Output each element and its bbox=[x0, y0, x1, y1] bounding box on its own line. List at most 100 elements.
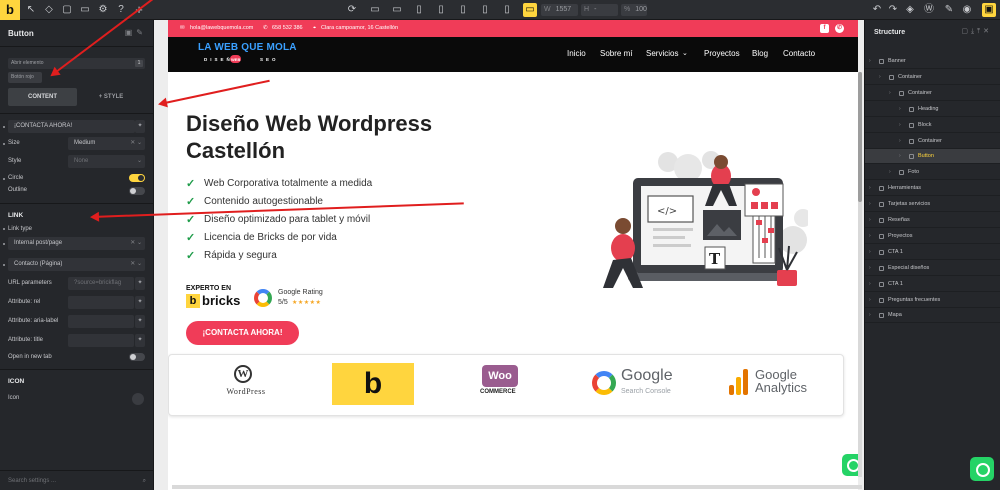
device-wide-icon[interactable]: ▭ bbox=[368, 3, 382, 17]
structure-item[interactable]: › Tarjetas servicios bbox=[865, 197, 1000, 213]
chevron-right-icon[interactable]: › bbox=[879, 70, 881, 85]
link-type-select[interactable]: Internal post/page ✕ ⌄ bbox=[8, 237, 145, 250]
clear-chevron-icon[interactable]: ✕ ⌄ bbox=[130, 137, 142, 150]
chevron-right-icon[interactable]: › bbox=[869, 261, 871, 276]
structure-item[interactable]: › Banner bbox=[865, 54, 1000, 69]
structure-item[interactable]: › Mapa bbox=[865, 308, 1000, 324]
device-tablet-icon[interactable]: ▯ bbox=[456, 3, 470, 17]
chevron-down-icon[interactable]: ⌄ bbox=[682, 49, 688, 57]
structure-item[interactable]: › Preguntas frecuentes bbox=[865, 293, 1000, 308]
clear-chevron-icon[interactable]: ✕ ⌄ bbox=[130, 258, 142, 271]
structure-item[interactable]: › Heading bbox=[865, 102, 1000, 117]
height-field[interactable]: H- bbox=[581, 4, 618, 16]
whatsapp-icon[interactable]: ✆ bbox=[835, 24, 844, 33]
width-field[interactable]: W 1557 bbox=[541, 4, 578, 16]
chevron-right-icon[interactable]: › bbox=[899, 134, 901, 149]
menu-sobre-mi[interactable]: Sobre mí bbox=[600, 49, 632, 58]
attr-title-input[interactable] bbox=[68, 334, 134, 347]
refresh-icon[interactable]: ⟳ bbox=[345, 3, 359, 17]
structure-item[interactable]: › CTA 1 bbox=[865, 277, 1000, 292]
attr-rel-input[interactable] bbox=[68, 296, 134, 309]
structure-item[interactable]: › Reseñas bbox=[865, 213, 1000, 228]
chevron-right-icon[interactable]: › bbox=[869, 293, 871, 308]
device-mobile-l-icon[interactable]: ▯ bbox=[478, 3, 492, 17]
style-select[interactable]: None ⌄ bbox=[68, 155, 145, 168]
scroll-thumb[interactable] bbox=[858, 72, 862, 202]
canvas-scrollbar[interactable] bbox=[858, 72, 862, 477]
database-icon[interactable]: ◈ bbox=[903, 3, 917, 17]
tab-style[interactable]: + STYLE bbox=[78, 88, 144, 106]
undo-icon[interactable]: ↶ bbox=[870, 3, 884, 17]
icon-picker[interactable] bbox=[132, 393, 144, 405]
chevron-right-icon[interactable]: › bbox=[889, 86, 891, 101]
structure-item[interactable]: › Container bbox=[865, 134, 1000, 149]
edit-icon[interactable]: ✎ bbox=[942, 3, 956, 17]
chevron-right-icon[interactable]: › bbox=[899, 118, 901, 133]
outline-toggle[interactable] bbox=[129, 187, 145, 195]
new-tab-toggle[interactable] bbox=[129, 353, 145, 361]
menu-contacto[interactable]: Contacto bbox=[783, 49, 815, 58]
redo-icon[interactable]: ↷ bbox=[886, 3, 900, 17]
page-icon[interactable]: ▢ bbox=[60, 3, 74, 17]
structure-item[interactable]: › Especial diseños bbox=[865, 261, 1000, 276]
device-active-icon[interactable]: ▭ bbox=[523, 3, 537, 17]
structure-item[interactable]: › Container bbox=[865, 70, 1000, 85]
structure-item[interactable]: › Button bbox=[865, 149, 1000, 165]
layers-icon[interactable]: ◇ bbox=[42, 3, 56, 17]
menu-blog[interactable]: Blog bbox=[752, 49, 768, 58]
chevron-right-icon[interactable]: › bbox=[869, 213, 871, 228]
structure-item[interactable]: › Herramientas bbox=[865, 181, 1000, 197]
chevron-right-icon[interactable]: › bbox=[889, 165, 891, 180]
zoom-field[interactable]: % 100 bbox=[621, 4, 647, 16]
class-selector[interactable]: Abrir elemento 1 bbox=[8, 58, 145, 69]
panel-header-icons[interactable]: ▣✎ bbox=[125, 28, 147, 37]
dynamic-data-icon[interactable]: ✦ bbox=[135, 296, 145, 309]
structure-item[interactable]: › Block bbox=[865, 118, 1000, 133]
canvas-h-scrollbar[interactable] bbox=[172, 485, 862, 489]
structure-item[interactable]: › Foto bbox=[865, 165, 1000, 181]
device-mobile-icon[interactable]: ▯ bbox=[500, 3, 514, 17]
dynamic-data-icon[interactable]: ✦ bbox=[135, 120, 145, 133]
menu-inicio[interactable]: Inicio bbox=[567, 49, 586, 58]
device-laptop-icon[interactable]: ▯ bbox=[412, 3, 426, 17]
chevron-right-icon[interactable]: › bbox=[869, 277, 871, 292]
cta-button[interactable]: ¡CONTACTA AHORA! bbox=[186, 321, 299, 345]
chevron-right-icon[interactable]: › bbox=[869, 308, 871, 323]
preview-icon[interactable]: ◉ bbox=[960, 3, 974, 17]
size-select[interactable]: Medium ✕ ⌄ bbox=[68, 137, 145, 150]
chevron-right-icon[interactable]: › bbox=[869, 54, 871, 69]
site-phone[interactable]: 658 532 386 bbox=[272, 20, 303, 37]
chevron-right-icon[interactable]: › bbox=[869, 181, 871, 196]
url-params-input[interactable]: ?source=brickflag bbox=[68, 277, 134, 290]
structure-item[interactable]: › Container bbox=[865, 86, 1000, 101]
facebook-icon[interactable]: f bbox=[820, 24, 829, 33]
whatsapp-float-icon[interactable] bbox=[970, 457, 994, 481]
menu-servicios[interactable]: Servicios bbox=[646, 49, 678, 58]
save-icon[interactable]: ▣ bbox=[982, 3, 996, 17]
chevron-right-icon[interactable]: › bbox=[899, 102, 901, 117]
device-tablet-l-icon[interactable]: ▯ bbox=[434, 3, 448, 17]
template-icon[interactable]: ▭ bbox=[78, 3, 92, 17]
structure-item[interactable]: › CTA 1 bbox=[865, 245, 1000, 260]
chevron-right-icon[interactable]: › bbox=[869, 245, 871, 260]
help-icon[interactable]: ? bbox=[114, 3, 128, 17]
search-settings[interactable]: Search settings ... ⌕ bbox=[0, 470, 154, 490]
button-text-input[interactable]: ¡CONTACTA AHORA! bbox=[8, 120, 135, 133]
dynamic-data-icon[interactable]: ✦ bbox=[135, 277, 145, 290]
tab-content[interactable]: CONTENT bbox=[8, 88, 77, 106]
cursor-icon[interactable]: ↖ bbox=[24, 3, 38, 17]
chevron-right-icon[interactable]: › bbox=[899, 149, 901, 164]
structure-item[interactable]: › Proyectos bbox=[865, 229, 1000, 244]
attr-aria-input[interactable] bbox=[68, 315, 134, 328]
link-target-select[interactable]: Contacto (Página) ✕ ⌄ bbox=[8, 258, 145, 271]
chevron-right-icon[interactable]: › bbox=[869, 197, 871, 212]
dynamic-data-icon[interactable]: ✦ bbox=[135, 334, 145, 347]
circle-toggle[interactable] bbox=[129, 174, 145, 182]
device-desktop-icon[interactable]: ▭ bbox=[390, 3, 404, 17]
whatsapp-float-icon[interactable] bbox=[842, 454, 858, 476]
class-chip[interactable]: Botón rojo bbox=[8, 72, 42, 83]
menu-proyectos[interactable]: Proyectos bbox=[704, 49, 740, 58]
settings-icon[interactable]: ⚙ bbox=[96, 3, 110, 17]
site-brand[interactable]: LA WEB QUE MOLA bbox=[198, 42, 297, 53]
chevron-right-icon[interactable]: › bbox=[869, 229, 871, 244]
